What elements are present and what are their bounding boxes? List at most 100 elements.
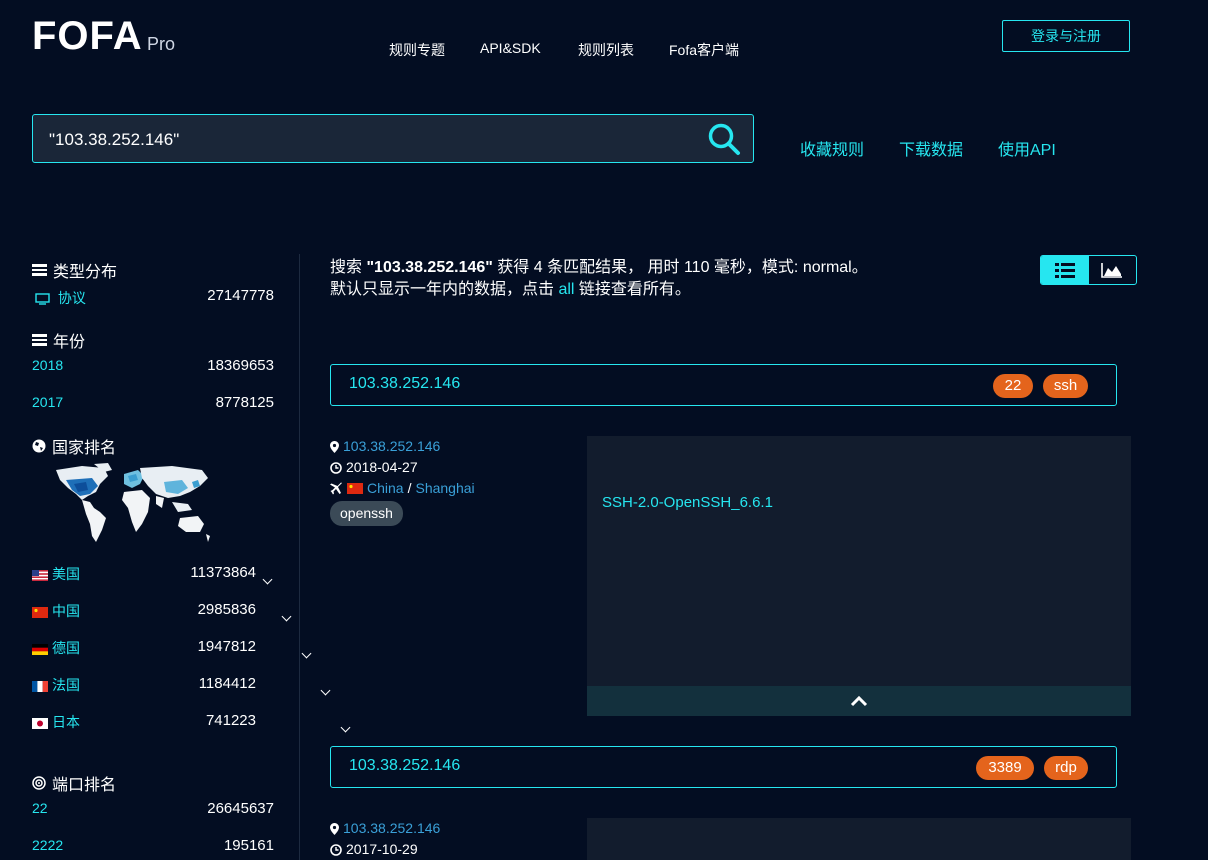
nav-api-sdk[interactable]: API&SDK bbox=[480, 40, 541, 56]
japan-flag-icon bbox=[32, 717, 48, 729]
download-data-link[interactable]: 下载数据 bbox=[899, 136, 963, 160]
port-item-2222[interactable]: 2222 bbox=[32, 837, 63, 853]
port-count-22: 26645637 bbox=[207, 800, 274, 817]
result-city-link[interactable]: Shanghai bbox=[415, 478, 474, 499]
country-item-jp[interactable]: 日本 bbox=[32, 712, 80, 732]
result-host-link[interactable]: 103.38.252.146 bbox=[349, 375, 460, 393]
product-tag[interactable]: openssh bbox=[330, 501, 403, 526]
port-item-22[interactable]: 22 bbox=[32, 800, 48, 816]
chevron-down-icon[interactable] bbox=[301, 648, 312, 659]
year-heading: 年份 bbox=[32, 328, 85, 352]
search-box bbox=[32, 114, 754, 163]
protocol-badge[interactable]: rdp bbox=[1044, 756, 1088, 780]
germany-flag-icon bbox=[32, 643, 48, 655]
nav-rule-list[interactable]: 规则列表 bbox=[578, 40, 634, 60]
target-icon bbox=[32, 776, 46, 790]
list-view-button[interactable] bbox=[1041, 256, 1089, 284]
sidebar-divider bbox=[299, 254, 300, 860]
search-input[interactable] bbox=[47, 127, 691, 153]
summary-line2-suffix: 链接查看所有。 bbox=[574, 281, 691, 298]
location-separator: / bbox=[407, 480, 412, 496]
area-chart-icon bbox=[1101, 263, 1123, 278]
search-icon[interactable] bbox=[707, 122, 741, 156]
country-ranking-heading: 国家排名 bbox=[32, 434, 116, 458]
type-distribution-heading: 类型分布 bbox=[32, 258, 117, 282]
result-date: 2017-10-29 bbox=[346, 841, 418, 857]
nav-fofa-client[interactable]: Fofa客户端 bbox=[669, 40, 739, 60]
clock-icon bbox=[330, 461, 342, 474]
country-item-fr[interactable]: 法国 bbox=[32, 675, 80, 695]
monitor-icon bbox=[35, 293, 50, 305]
protocol-badge[interactable]: ssh bbox=[1043, 374, 1088, 398]
country-label: 日本 bbox=[52, 714, 80, 730]
year-count-2018: 18369653 bbox=[207, 357, 274, 374]
result-host-link[interactable]: 103.38.252.146 bbox=[349, 757, 460, 775]
country-count-jp: 741223 bbox=[205, 712, 256, 729]
chart-view-button[interactable] bbox=[1089, 256, 1137, 284]
summary-prefix: 搜索 bbox=[330, 259, 367, 276]
logo-sub: Pro bbox=[147, 34, 176, 54]
result-header: 103.38.252.146 22 ssh bbox=[330, 364, 1117, 406]
country-count-fr: 1184412 bbox=[198, 675, 256, 692]
port-badge[interactable]: 22 bbox=[993, 374, 1033, 398]
chevron-down-icon[interactable] bbox=[320, 685, 331, 696]
plane-icon bbox=[330, 482, 342, 495]
year-count-2017: 8778125 bbox=[215, 394, 274, 411]
type-item-protocol[interactable]: 协议 bbox=[35, 288, 86, 308]
country-item-us[interactable]: 美国 bbox=[32, 564, 80, 584]
result-meta: 103.38.252.146 2017-10-29 bbox=[330, 818, 440, 860]
login-register-button[interactable]: 登录与注册 bbox=[1002, 20, 1130, 52]
summary-line2-prefix: 默认只显示一年内的数据，点击 bbox=[330, 281, 559, 298]
france-flag-icon bbox=[32, 680, 48, 692]
search-summary: 搜索 "103.38.252.146" 获得 4 条匹配结果， 用时 110 毫… bbox=[330, 257, 868, 301]
country-count-de: 1947812 bbox=[197, 638, 256, 655]
collapse-banner-button[interactable] bbox=[587, 686, 1131, 716]
country-count-us: 11373864 bbox=[190, 564, 256, 581]
list-view-icon bbox=[1054, 262, 1075, 278]
summary-query: "103.38.252.146" bbox=[366, 259, 493, 276]
port-ranking-title: 端口排名 bbox=[52, 777, 117, 794]
china-flag-icon bbox=[32, 606, 48, 618]
chevron-down-icon[interactable] bbox=[262, 574, 273, 585]
chevron-up-icon bbox=[850, 695, 868, 707]
show-all-link[interactable]: all bbox=[558, 281, 574, 298]
map-marker-icon bbox=[330, 440, 339, 453]
china-flag-icon bbox=[347, 483, 363, 494]
globe-icon bbox=[32, 439, 46, 453]
banner-panel bbox=[587, 818, 1131, 860]
result-meta: 103.38.252.146 2018-04-27 China / Shangh… bbox=[330, 436, 475, 526]
year-item-2018[interactable]: 2018 bbox=[32, 357, 63, 373]
view-toggle bbox=[1040, 255, 1137, 285]
country-item-de[interactable]: 德国 bbox=[32, 638, 80, 658]
banner-text: SSH-2.0-OpenSSH_6.6.1 bbox=[602, 494, 773, 511]
result-country-link[interactable]: China bbox=[367, 478, 404, 499]
use-api-link[interactable]: 使用API bbox=[998, 136, 1056, 160]
country-label: 中国 bbox=[52, 603, 80, 619]
world-map[interactable] bbox=[52, 462, 212, 546]
country-count-cn: 2985836 bbox=[197, 601, 256, 618]
country-ranking-title: 国家排名 bbox=[52, 440, 117, 457]
country-label: 法国 bbox=[52, 677, 80, 693]
chevron-down-icon[interactable] bbox=[282, 611, 292, 622]
result-ip-link[interactable]: 103.38.252.146 bbox=[343, 436, 440, 457]
year-item-2017[interactable]: 2017 bbox=[32, 394, 63, 410]
list-icon bbox=[32, 334, 47, 346]
result-date: 2018-04-27 bbox=[346, 459, 418, 475]
result-header: 103.38.252.146 3389 rdp bbox=[330, 746, 1117, 788]
port-badge[interactable]: 3389 bbox=[976, 756, 1034, 780]
country-item-cn[interactable]: 中国 bbox=[32, 601, 80, 621]
year-title: 年份 bbox=[53, 334, 86, 351]
summary-result-info: 获得 4 条匹配结果， 用时 110 毫秒，模式: normal。 bbox=[492, 259, 868, 276]
country-label: 美国 bbox=[52, 566, 80, 582]
result-ip-link[interactable]: 103.38.252.146 bbox=[343, 818, 440, 839]
us-flag-icon bbox=[32, 569, 48, 581]
nav-rule-topics[interactable]: 规则专题 bbox=[389, 40, 445, 60]
fofa-logo[interactable]: FOFA Pro bbox=[32, 14, 182, 64]
chevron-down-icon[interactable] bbox=[340, 722, 351, 733]
port-ranking-heading: 端口排名 bbox=[32, 771, 116, 795]
port-count-2222: 195161 bbox=[223, 837, 274, 854]
list-icon bbox=[32, 264, 47, 276]
clock-icon bbox=[330, 843, 342, 856]
logo-text: FOFA bbox=[32, 14, 143, 58]
save-rule-link[interactable]: 收藏规则 bbox=[800, 136, 864, 160]
